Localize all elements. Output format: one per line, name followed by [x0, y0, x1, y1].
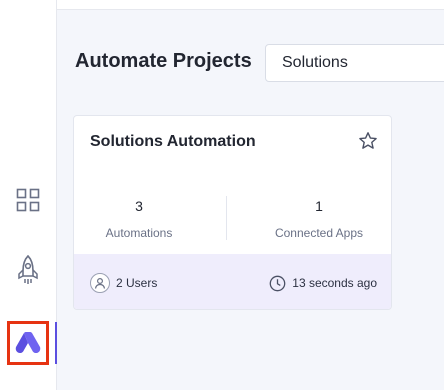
user-icon — [90, 273, 110, 293]
stat-value: 1 — [315, 198, 323, 214]
project-card-footer: 2 Users 13 seconds ago — [74, 254, 391, 309]
stat-value: 3 — [135, 198, 143, 214]
main-content: Automate Projects Solutions Solutions Au… — [57, 0, 444, 390]
stat-connected-apps: 1 Connected Apps — [254, 198, 384, 240]
sidebar-item-dashboard[interactable] — [0, 178, 56, 222]
stat-label: Automations — [105, 226, 173, 240]
page-title: Automate Projects — [75, 50, 252, 72]
grid-icon — [16, 188, 40, 212]
project-select[interactable]: Solutions — [265, 44, 444, 82]
users-count: 2 Users — [90, 272, 157, 294]
last-updated: 13 seconds ago — [269, 272, 377, 294]
clock-icon — [269, 275, 286, 291]
focus-highlight — [7, 321, 49, 365]
users-label: 2 Users — [116, 276, 158, 290]
updated-label: 13 seconds ago — [292, 276, 377, 290]
project-card-title: Solutions Automation — [90, 133, 256, 150]
rocket-icon — [18, 255, 38, 284]
top-bar — [57, 0, 444, 10]
stat-automations: 3 Automations — [74, 198, 204, 240]
star-icon[interactable] — [358, 131, 378, 151]
project-card[interactable]: Solutions Automation 3 Automations 1 Con… — [73, 115, 392, 310]
sidebar-item-launch[interactable] — [0, 248, 56, 292]
stat-divider — [226, 196, 227, 240]
stat-label: Connected Apps — [274, 226, 364, 240]
